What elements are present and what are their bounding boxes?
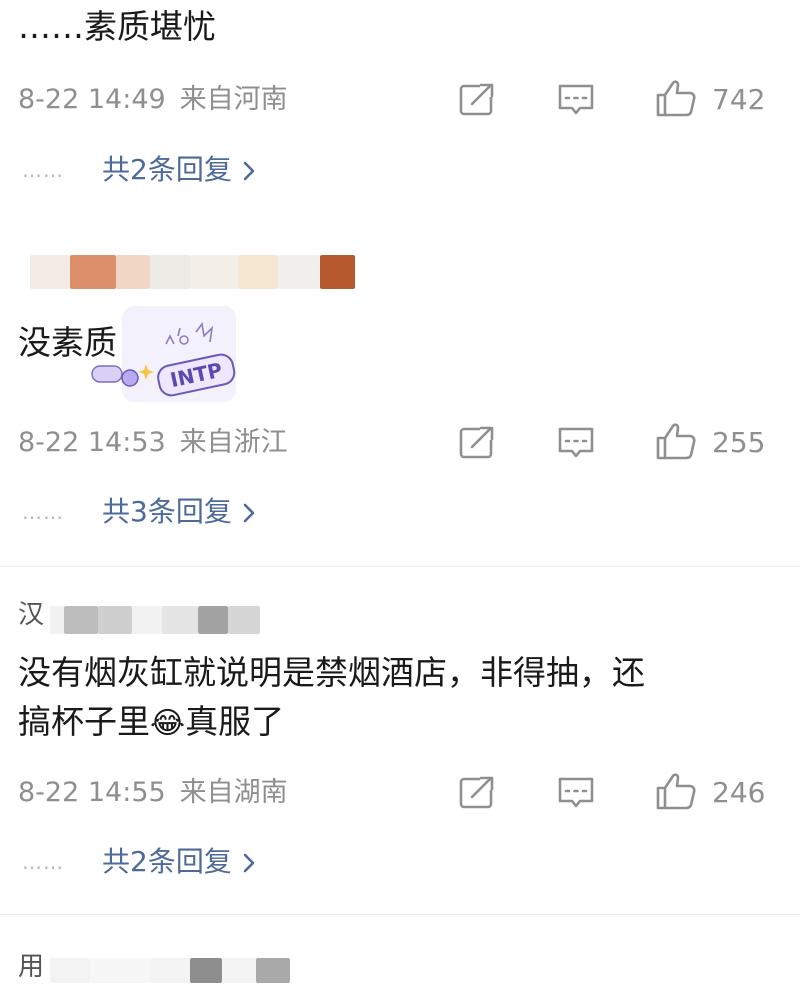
username-blurred[interactable] [50, 958, 290, 983]
username-partial[interactable]: 用 [18, 950, 44, 984]
comment-4: 用 [0, 0, 800, 983]
